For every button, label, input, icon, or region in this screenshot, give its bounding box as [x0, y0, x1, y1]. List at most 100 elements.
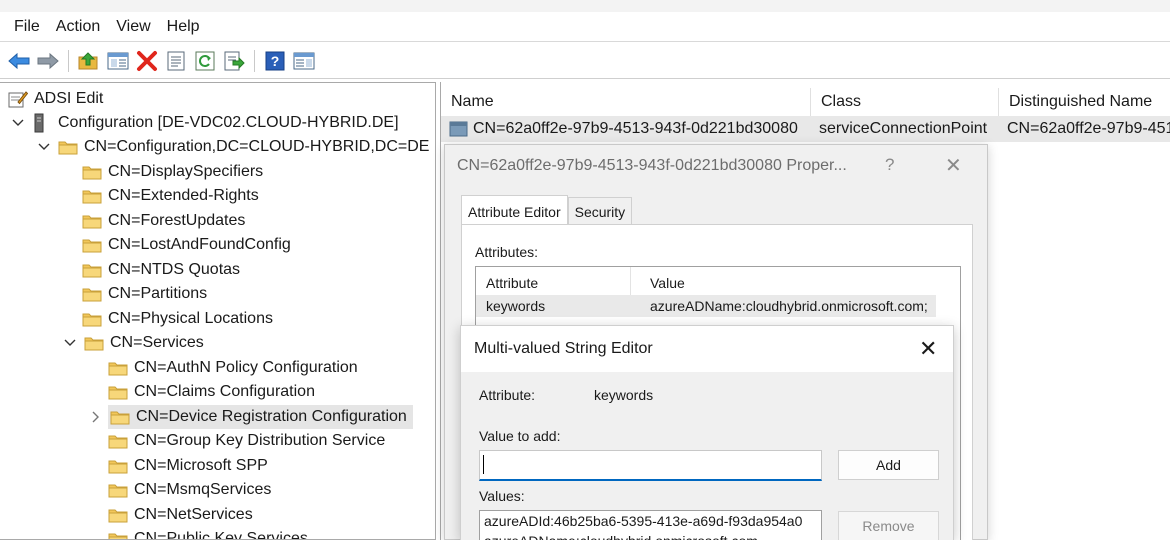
- tree-item-label: CN=Group Key Distribution Service: [134, 432, 386, 449]
- tree-item-physical-locations[interactable]: CN=Physical Locations: [82, 307, 273, 331]
- refresh-icon[interactable]: [194, 50, 216, 72]
- svg-text:?: ?: [271, 53, 280, 69]
- toolbar: ?: [0, 43, 1170, 79]
- editor-title: Multi-valued String Editor: [474, 340, 653, 357]
- tree-item-label: CN=Partitions: [108, 285, 208, 302]
- list-item[interactable]: azureADName:cloudhybrid.onmicrosoft.com: [480, 531, 821, 540]
- attribute-label: Attribute:: [479, 387, 536, 403]
- folder-icon: [108, 457, 128, 475]
- chevron-down-icon[interactable]: [36, 139, 52, 155]
- folder-icon: [82, 261, 102, 279]
- adsi-edit-icon: [8, 90, 28, 108]
- console-tree: ADSI Edit Configuration [DE-VDC02.CLOUD-…: [0, 82, 436, 540]
- tree-item-group-key-distribution-service[interactable]: CN=Group Key Distribution Service: [108, 429, 385, 453]
- up-folder-icon[interactable]: [78, 50, 100, 72]
- menu-view[interactable]: View: [110, 12, 160, 42]
- folder-icon: [82, 212, 102, 230]
- tree-item-label: CN=Configuration,DC=CLOUD-HYBRID,DC=DE: [84, 138, 430, 155]
- toolbar-separator: [254, 49, 255, 72]
- value-to-add-label: Value to add:: [479, 428, 561, 444]
- help-icon[interactable]: ?: [264, 50, 286, 72]
- tree-item-label: CN=Device Registration Configuration: [136, 408, 407, 425]
- column-header-class[interactable]: Class: [811, 88, 999, 116]
- tree-item-msmq-services[interactable]: CN=MsmqServices: [108, 478, 271, 502]
- list-cell-distinguished-name: CN=62a0ff2e-97b9-451: [1007, 120, 1170, 137]
- tree-item-adsi-edit[interactable]: ADSI Edit: [8, 87, 103, 111]
- tab-security[interactable]: Security: [567, 197, 633, 224]
- tree-item-net-services[interactable]: CN=NetServices: [108, 503, 253, 527]
- folder-icon: [82, 187, 102, 205]
- table-row[interactable]: CN=62a0ff2e-97b9-4513-943f-0d221bd30080 …: [441, 116, 1170, 142]
- tree-item-public-key-services[interactable]: CN=Public Key Services: [108, 527, 308, 540]
- back-arrow-icon[interactable]: [8, 50, 30, 72]
- folder-icon: [108, 359, 128, 377]
- tree-item-claims-configuration[interactable]: CN=Claims Configuration: [108, 380, 315, 404]
- help-button[interactable]: ?: [885, 155, 894, 175]
- menu-help[interactable]: Help: [161, 12, 210, 42]
- dialog-title: CN=62a0ff2e-97b9-4513-943f-0d221bd30080 …: [457, 157, 847, 174]
- attributes-table-header: Attribute Value: [476, 267, 936, 295]
- close-icon[interactable]: ✕: [919, 336, 937, 362]
- column-header-name[interactable]: Name: [441, 88, 811, 116]
- values-list[interactable]: azureADId:46b25ba6-5395-413e-a69d-f93da9…: [479, 510, 822, 540]
- tree-item-label: CN=Public Key Services: [134, 530, 308, 540]
- folder-icon: [82, 236, 102, 254]
- tree-item-forest-updates[interactable]: CN=ForestUpdates: [82, 209, 245, 233]
- chevron-down-icon[interactable]: [10, 115, 26, 131]
- multi-valued-string-editor: Multi-valued String Editor ✕ Attribute: …: [460, 325, 954, 540]
- folder-icon: [108, 530, 128, 539]
- window-top-strip: [0, 0, 1170, 12]
- attribute-value: azureADName:cloudhybrid.onmicrosoft.com;: [650, 298, 928, 314]
- forward-arrow-icon[interactable]: [37, 50, 59, 72]
- list-item[interactable]: azureADId:46b25ba6-5395-413e-a69d-f93da9…: [480, 511, 821, 531]
- tree-item-ntds-quotas[interactable]: CN=NTDS Quotas: [82, 258, 240, 282]
- show-hide-tree-icon[interactable]: [107, 50, 129, 72]
- tree-item-microsoft-spp[interactable]: CN=Microsoft SPP: [108, 454, 268, 478]
- column-header-distinguished-name[interactable]: Distinguished Name: [999, 88, 1170, 116]
- close-icon[interactable]: ✕: [945, 153, 962, 178]
- chevron-down-icon[interactable]: [62, 335, 78, 351]
- folder-icon: [108, 506, 128, 524]
- tree-item-label: CN=Microsoft SPP: [134, 457, 268, 474]
- list-cell-class: serviceConnectionPoint: [819, 120, 988, 137]
- tree-item-services[interactable]: CN=Services: [62, 331, 204, 355]
- folder-icon: [82, 310, 102, 328]
- tree-item-label: ADSI Edit: [34, 90, 104, 107]
- attribute-name: keywords: [486, 298, 546, 314]
- attributes-label: Attributes:: [475, 244, 539, 260]
- folder-icon: [108, 432, 128, 450]
- action-pane-icon[interactable]: [293, 50, 315, 72]
- server-icon: [32, 113, 52, 133]
- tree-item-label: CN=LostAndFoundConfig: [108, 236, 291, 253]
- tree-item-configuration[interactable]: Configuration [DE-VDC02.CLOUD-HYBRID.DE]: [10, 111, 399, 135]
- tab-strip: Attribute Editor Security: [461, 195, 633, 224]
- tree-item-label: CN=DisplaySpecifiers: [108, 163, 264, 180]
- list-header: Name Class Distinguished Name: [441, 88, 1170, 116]
- folder-icon: [82, 163, 102, 181]
- folder-icon: [108, 481, 128, 499]
- tree-item-label: CN=ForestUpdates: [108, 212, 246, 229]
- tree-item-extended-rights[interactable]: CN=Extended-Rights: [82, 184, 259, 208]
- toolbar-separator: [68, 49, 69, 72]
- menu-file[interactable]: File: [0, 12, 50, 42]
- export-list-icon[interactable]: [223, 50, 245, 72]
- tree-item-lost-and-found-config[interactable]: CN=LostAndFoundConfig: [82, 233, 291, 257]
- menu-action[interactable]: Action: [50, 12, 110, 42]
- delete-icon[interactable]: [136, 50, 158, 72]
- tree-item-authn-policy-configuration[interactable]: CN=AuthN Policy Configuration: [108, 356, 358, 380]
- tree-item-cn-configuration[interactable]: CN=Configuration,DC=CLOUD-HYBRID,DC=DE: [36, 135, 429, 159]
- table-row[interactable]: keywords azureADName:cloudhybrid.onmicro…: [476, 295, 936, 317]
- remove-button[interactable]: Remove: [838, 511, 939, 540]
- properties-icon[interactable]: [165, 50, 187, 72]
- value-to-add-input[interactable]: [479, 450, 822, 481]
- folder-icon: [110, 408, 130, 426]
- chevron-right-icon[interactable]: [88, 409, 104, 425]
- tree-item-display-specifiers[interactable]: CN=DisplaySpecifiers: [82, 160, 263, 184]
- tree-item-label: Configuration [DE-VDC02.CLOUD-HYBRID.DE]: [58, 114, 399, 131]
- tree-item-device-registration-configuration[interactable]: CN=Device Registration Configuration: [88, 405, 415, 429]
- tree-item-partitions[interactable]: CN=Partitions: [82, 282, 207, 306]
- tab-attribute-editor[interactable]: Attribute Editor: [461, 195, 568, 224]
- values-label: Values:: [479, 488, 525, 504]
- add-button[interactable]: Add: [838, 450, 939, 480]
- selected-item-highlight[interactable]: CN=Device Registration Configuration: [108, 405, 413, 429]
